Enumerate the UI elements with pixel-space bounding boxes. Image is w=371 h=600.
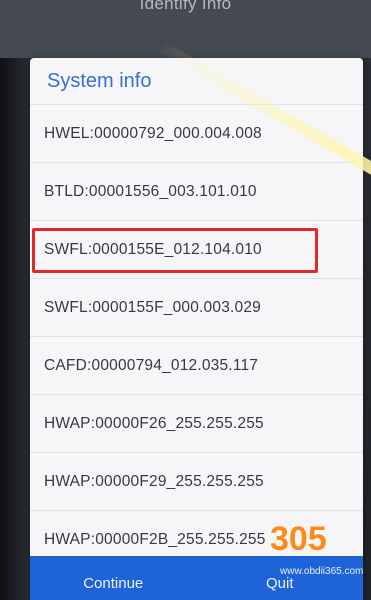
list-item: HWAP:00000F26_255.255.255 [30,395,363,453]
continue-button[interactable]: Continue [30,565,197,592]
top-bar-title: Identify Info [139,0,232,13]
top-bar: Identify Info [0,0,371,58]
list-item-text: HWAP:00000F26_255.255.255 [44,414,264,432]
highlight-box [32,228,318,273]
list-item: CAFD:00000794_012.035.117 [30,337,363,395]
watermark-url: www.obdii365.com [280,566,364,577]
device-edge [0,0,30,600]
device-screen: Identify Info System info HWEL:00000792_… [0,0,371,600]
list-item: SWFL:0000155F_000.003.029 [30,279,363,337]
list-item-text: HWEL:00000792_000.004.008 [44,124,262,142]
list-item: BTLD:00001556_003.101.010 [30,163,363,221]
dialog-footer: Continue Quit [30,556,363,600]
system-info-list: HWEL:00000792_000.004.008 BTLD:00001556_… [30,105,363,569]
list-item-text: SWFL:0000155F_000.003.029 [44,298,261,316]
list-item-text: BTLD:00001556_003.101.010 [44,182,257,200]
watermark-logo: 305 [270,520,327,559]
watermark-logo-text: 305 [270,520,327,558]
list-item-text: HWAP:00000F29_255.255.255 [44,472,264,490]
list-item: HWAP:00000F29_255.255.255 [30,453,363,511]
list-item-text: HWAP:00000F2B_255.255.255 [44,530,266,548]
list-item-text: CAFD:00000794_012.035.117 [44,356,259,374]
list-item-highlighted: SWFL:0000155E_012.104.010 [30,221,363,279]
